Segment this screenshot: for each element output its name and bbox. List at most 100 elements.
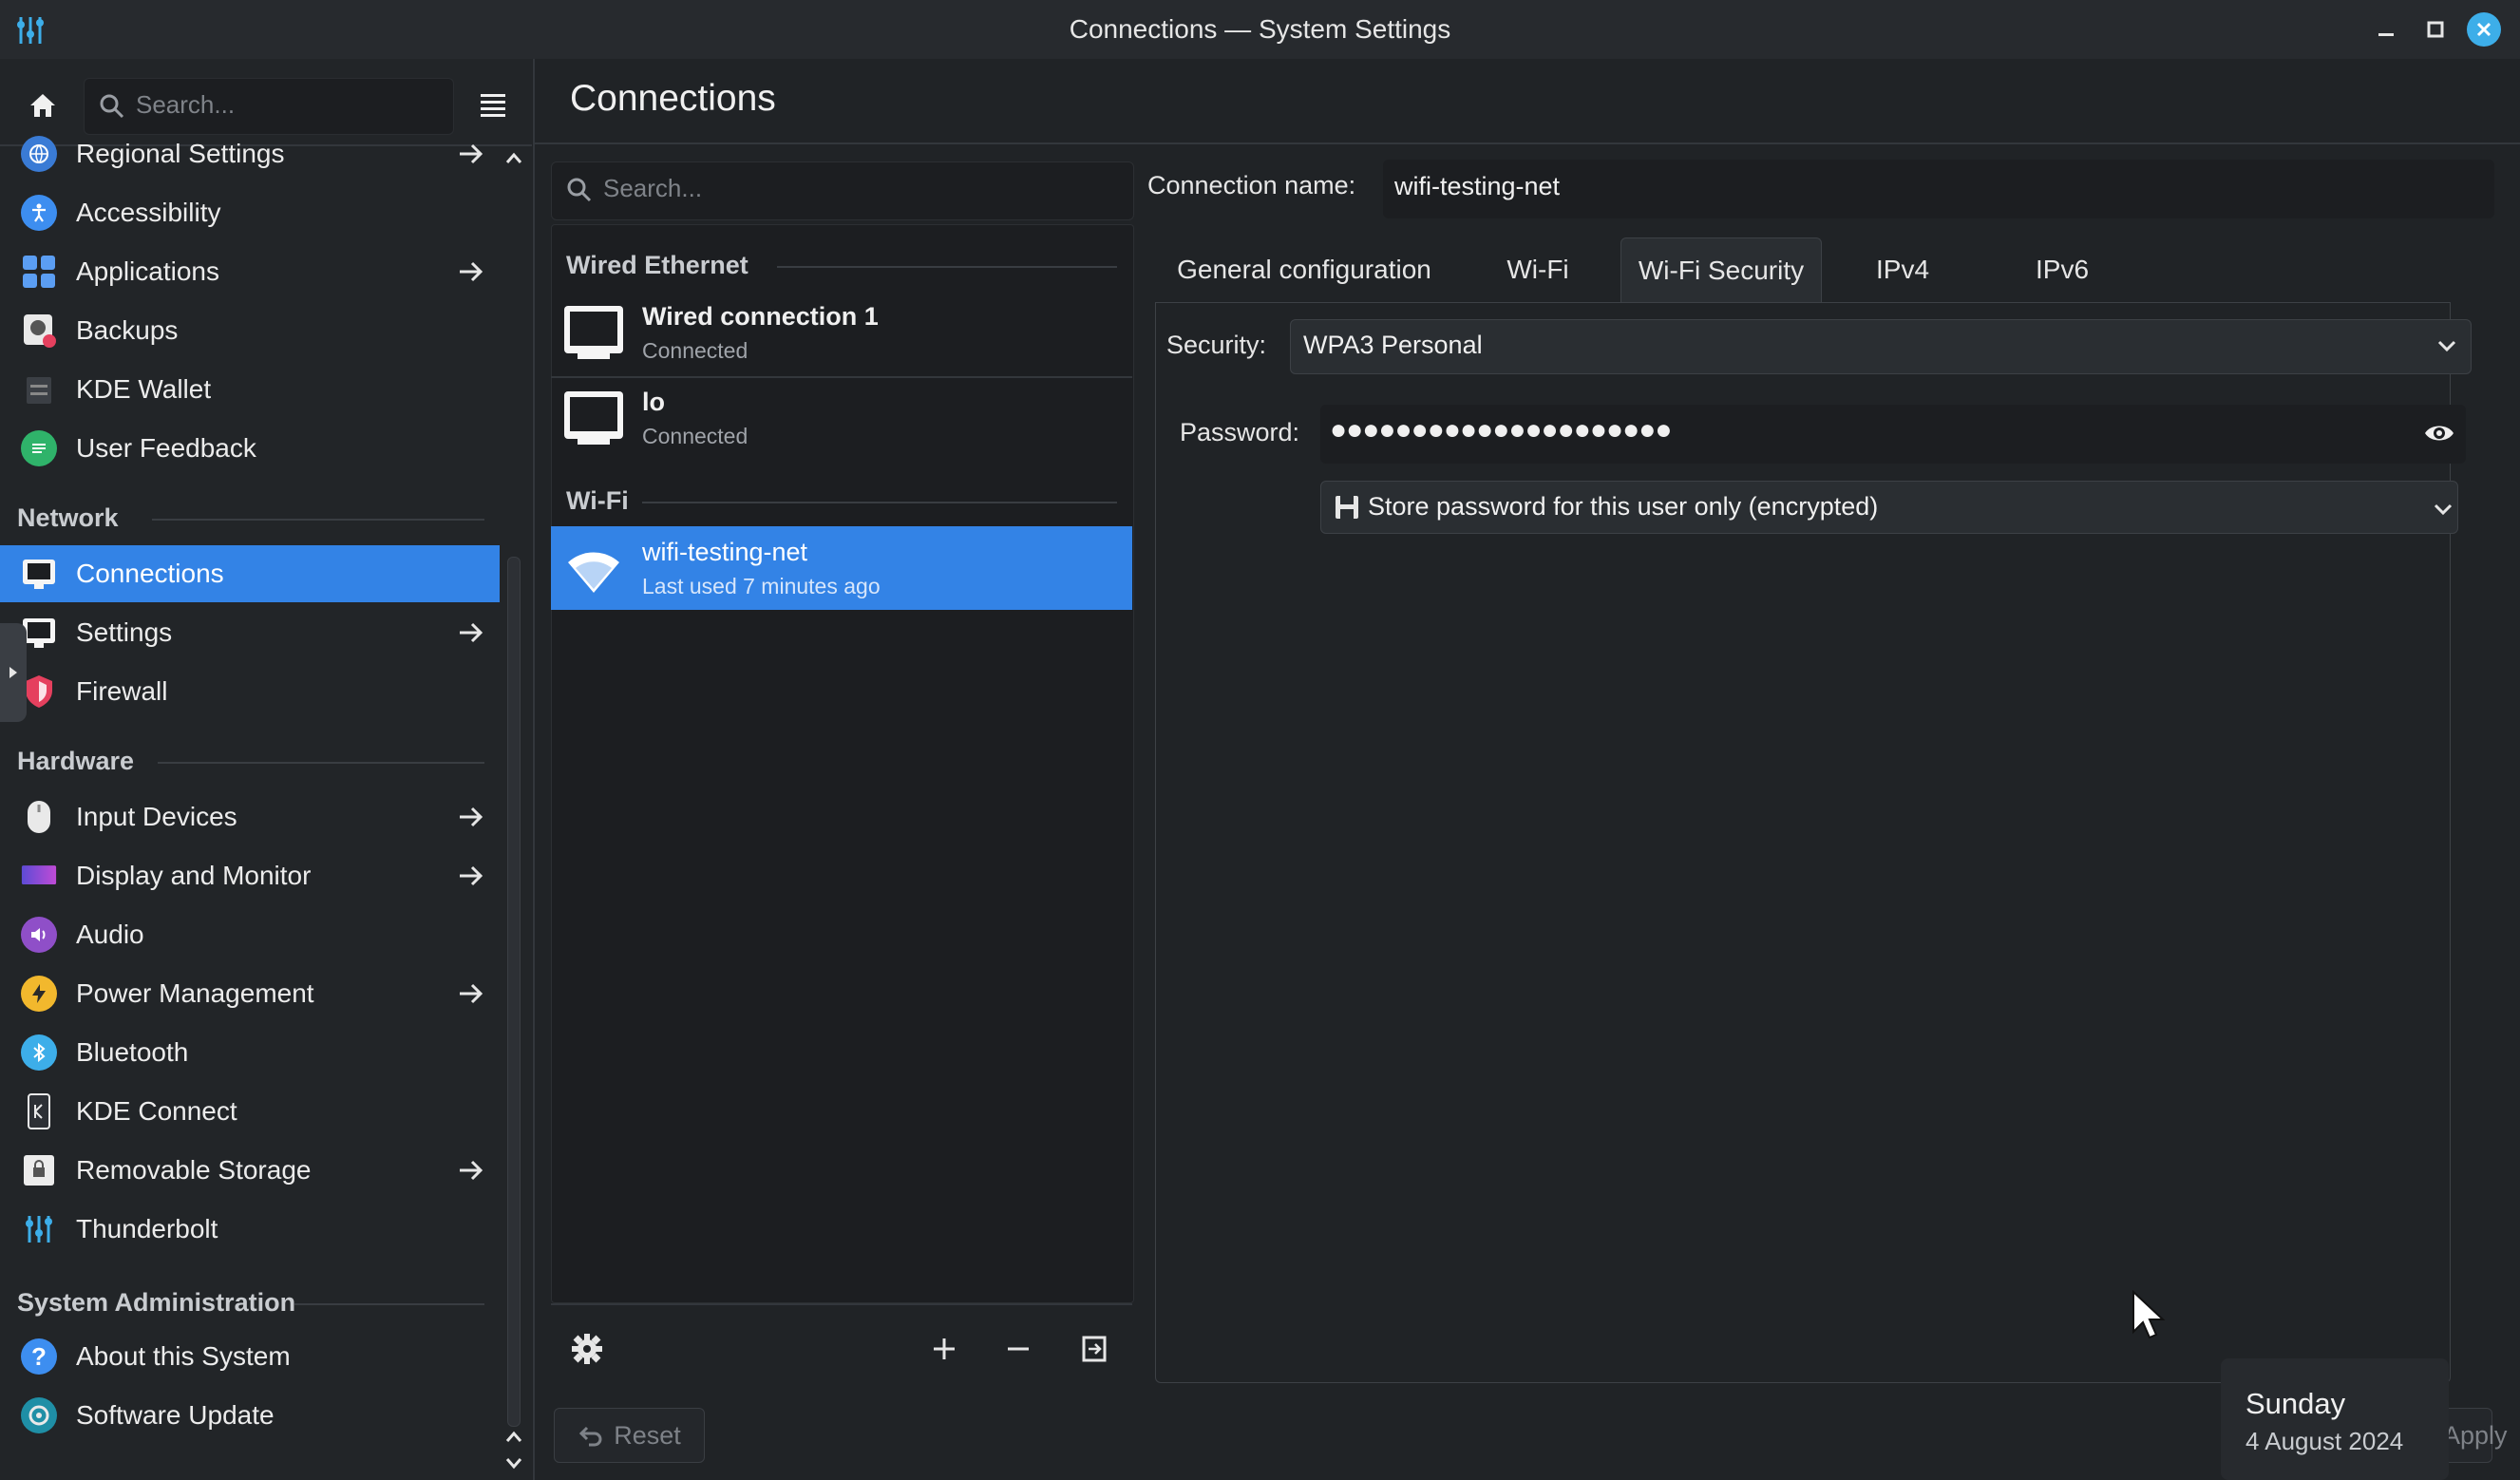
security-label: Security: (1166, 331, 1267, 359)
applications-icon (21, 254, 57, 290)
sidebar-item-connections[interactable]: Connections (0, 545, 500, 602)
thunderbolt-icon (21, 1211, 57, 1247)
sidebar-item-user-feedback[interactable]: User Feedback (0, 420, 500, 477)
home-icon (30, 94, 55, 117)
sidebar-item-network-settings[interactable]: Settings (0, 604, 500, 661)
sidebar-scrollbar[interactable] (507, 557, 521, 1427)
display-icon (21, 858, 57, 894)
chevron-down-icon (2437, 340, 2456, 352)
add-connection-button[interactable] (923, 1328, 965, 1370)
triangle-right-icon (9, 667, 17, 678)
connection-item-wired-1[interactable]: Wired connection 1 Connected (551, 291, 1132, 374)
header-divider (535, 142, 2520, 144)
chevron-down-icon (2434, 503, 2453, 516)
maximize-button[interactable] (2418, 12, 2453, 47)
arrow-right-icon (460, 865, 483, 886)
globe-icon (21, 136, 57, 172)
close-icon (2476, 22, 2492, 37)
show-password-button[interactable] (2420, 418, 2458, 448)
tab-wifi[interactable]: Wi-Fi (1482, 237, 1594, 302)
sidebar-item-input-devices[interactable]: Input Devices (0, 788, 500, 845)
sidebar-item-bluetooth[interactable]: Bluetooth (0, 1024, 500, 1081)
sidebar-item-regional-settings[interactable]: Regional Settings (0, 125, 500, 182)
export-connection-button[interactable] (1073, 1328, 1115, 1370)
sidebar-item-power-management[interactable]: Power Management (0, 965, 500, 1022)
sidebar-scroll-up-small-button[interactable] (500, 1425, 528, 1450)
sidebar-item-removable-storage[interactable]: Removable Storage (0, 1142, 500, 1199)
connection-item-lo[interactable]: lo Connected (551, 376, 1132, 460)
tab-panel (1155, 302, 2451, 1383)
remove-connection-button[interactable] (997, 1328, 1039, 1370)
security-dropdown-value: WPA3 Personal (1303, 331, 1483, 359)
minus-icon (1008, 1347, 1029, 1351)
connection-settings-button[interactable] (566, 1328, 608, 1370)
sidebar-item-kde-wallet[interactable]: KDE Wallet (0, 361, 500, 418)
list-section-divider (777, 266, 1117, 268)
sidebar-item-backups[interactable]: Backups (0, 302, 500, 359)
chevron-up-icon (505, 152, 522, 163)
section-header-network: Network (17, 503, 119, 532)
hamburger-icon (481, 94, 505, 117)
window-title: Connections — System Settings (1069, 14, 1451, 44)
sidebar-scroll-down-button[interactable] (500, 1451, 528, 1475)
sidebar-item-accessibility[interactable]: Accessibility (0, 184, 500, 241)
close-button[interactable] (2467, 12, 2501, 47)
sidebar-item-applications[interactable]: Applications (0, 243, 500, 300)
backups-icon (21, 313, 57, 349)
tab-general-configuration[interactable]: General configuration (1159, 237, 1449, 302)
connection-name-value: wifi-testing-net (1394, 172, 1561, 200)
arrow-right-icon (460, 622, 483, 643)
list-toolbar-divider (551, 1303, 1132, 1305)
eye-icon (2425, 426, 2454, 441)
side-panel-toggle[interactable] (0, 623, 27, 722)
home-button[interactable] (19, 84, 66, 127)
audio-icon (21, 917, 57, 953)
password-label: Password: (1180, 418, 1300, 446)
sidebar-item-about-this-system[interactable]: ? About this System (0, 1328, 500, 1385)
arrow-right-icon (460, 1160, 483, 1181)
arrow-right-icon (460, 983, 483, 1004)
tab-wifi-security[interactable]: Wi-Fi Security (1620, 237, 1822, 303)
connection-name-label: Connection name: (1147, 171, 1356, 199)
accessibility-icon (21, 195, 57, 231)
software-update-icon (21, 1397, 57, 1433)
tab-ipv6[interactable]: IPv6 (2012, 237, 2113, 302)
section-header-hardware: Hardware (17, 747, 135, 775)
connection-search-input[interactable]: Search... (551, 161, 1134, 220)
chevron-up-icon (505, 1431, 522, 1442)
sidebar-item-thunderbolt[interactable]: Thunderbolt (0, 1201, 500, 1258)
sidebar-search-placeholder: Search... (136, 90, 236, 119)
section-header-system-administration: System Administration (17, 1288, 296, 1317)
wired-network-icon (564, 391, 623, 445)
tab-ipv4[interactable]: IPv4 (1852, 237, 1953, 302)
sidebar-scroll-up-button[interactable] (500, 144, 528, 173)
sidebar-item-audio[interactable]: Audio (0, 906, 500, 963)
sidebar-item-kde-connect[interactable]: KDE Connect (0, 1083, 500, 1140)
hamburger-menu-button[interactable] (471, 84, 515, 127)
network-connections-icon (21, 556, 57, 592)
minimize-button[interactable] (2369, 12, 2403, 47)
section-divider (294, 1303, 484, 1305)
sidebar-item-display-and-monitor[interactable]: Display and Monitor (0, 847, 500, 904)
list-header-wifi: Wi-Fi (566, 486, 629, 515)
gear-icon (572, 1334, 602, 1364)
list-header-wired-ethernet: Wired Ethernet (566, 251, 748, 279)
power-icon (21, 976, 57, 1012)
arrow-right-icon (460, 806, 483, 827)
section-divider (152, 519, 484, 521)
save-icon (1336, 496, 1358, 519)
section-divider (158, 762, 484, 764)
arrow-right-icon (460, 261, 483, 282)
arrow-right-icon (460, 143, 483, 164)
export-icon (1082, 1336, 1107, 1362)
reset-button[interactable]: Reset (554, 1408, 705, 1463)
sidebar-item-firewall[interactable]: Firewall (0, 663, 500, 720)
plus-icon (934, 1338, 955, 1359)
removable-storage-icon (21, 1152, 57, 1188)
wired-network-icon (564, 306, 623, 359)
mouse-cursor-icon (2132, 1290, 2166, 1339)
connection-item-wifi-testing-net[interactable]: wifi-testing-net Last used 7 minutes ago (551, 526, 1132, 610)
sidebar-item-software-update[interactable]: Software Update (0, 1387, 500, 1444)
wallet-icon (21, 371, 57, 408)
feedback-icon (21, 430, 57, 466)
